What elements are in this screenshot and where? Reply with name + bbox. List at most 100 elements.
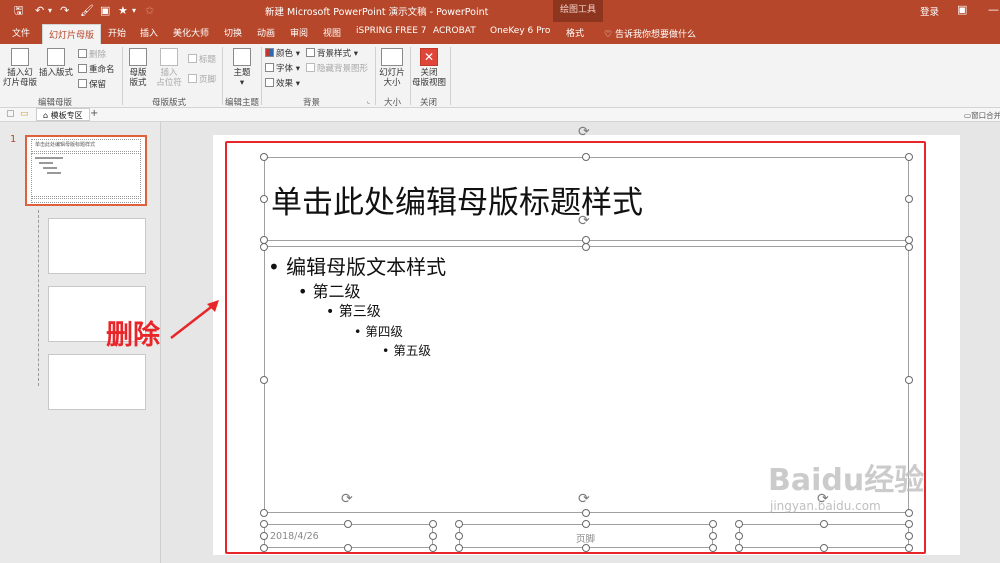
group-label-size: 大小 <box>384 98 402 108</box>
save-icon[interactable]: 🖫 <box>14 3 23 19</box>
master-layout-button[interactable]: 母版 版式 <box>124 48 152 88</box>
fonts-label: 字体 <box>276 64 294 74</box>
delete-button[interactable]: 删除 <box>78 49 106 61</box>
tab-transitions[interactable]: 切换 <box>224 26 242 39</box>
tab-onekey[interactable]: OneKey 6 Pro <box>490 26 550 36</box>
minimize-icon[interactable]: — <box>988 3 999 16</box>
insert-slide-master-button[interactable]: 插入幻 灯片母版 <box>2 48 38 88</box>
window-merge-button[interactable]: ▭窗口合并 <box>964 110 1000 121</box>
login-button[interactable]: 登录 <box>920 4 939 18</box>
shape-icon[interactable]: ▣ <box>100 3 110 19</box>
folder-icon[interactable]: ▭ <box>20 109 29 119</box>
tab-home[interactable]: 开始 <box>108 26 126 39</box>
checkbox-icon <box>188 54 197 63</box>
close-master-label-1: 关闭 <box>420 68 438 78</box>
annotation-label: 删除 <box>106 320 160 351</box>
redo-icon[interactable]: ↷ <box>60 3 69 19</box>
tab-format[interactable]: 格式 <box>566 26 584 39</box>
tab-review[interactable]: 审阅 <box>290 26 308 39</box>
title-bar: 🖫 ↶ ▾ ↷ 🖌 ▣ ★ ▾ ✩ 新建 Microsoft PowerPoin… <box>0 0 1000 22</box>
font-icon <box>265 63 274 72</box>
star-outline-icon[interactable]: ✩ <box>145 3 154 19</box>
preserve-button[interactable]: 保留 <box>78 79 106 91</box>
thumbnail-title-placeholder <box>31 139 141 152</box>
placeholder-icon <box>160 48 178 66</box>
insert-placeholder-label-1: 插入 <box>160 68 178 78</box>
tab-beautify-master[interactable]: 美化大师 <box>173 26 209 39</box>
rotate-handle-icon[interactable]: ⟳ <box>578 124 590 140</box>
slide-size-label-1: 幻灯片 <box>379 68 405 78</box>
fonts-button[interactable]: 字体 ▾ <box>265 63 300 75</box>
effects-button[interactable]: 效果 ▾ <box>265 78 300 90</box>
pin-icon <box>78 79 87 88</box>
group-label-close: 关闭 <box>420 98 438 108</box>
hide-background-checkbox[interactable]: 隐藏背景图形 <box>306 63 368 75</box>
ribbon-display-icon[interactable]: ▣ <box>957 3 967 16</box>
insert-placeholder-label-2: 占位符 <box>156 78 182 88</box>
group-label-master-layout: 母版版式 <box>152 98 187 108</box>
group-divider <box>450 47 451 105</box>
delete-label: 删除 <box>89 50 107 60</box>
tab-insert[interactable]: 插入 <box>140 26 158 39</box>
star-icon[interactable]: ★ <box>118 3 128 19</box>
home-icon: ⌂ <box>43 111 51 120</box>
close-master-label-2: 母版视图 <box>411 78 446 88</box>
lightbulb-icon: ♡ <box>604 30 615 40</box>
rename-button[interactable]: 重命名 <box>78 64 115 76</box>
background-icon <box>306 48 315 57</box>
close-master-view-button[interactable]: ✕ 关闭 母版视图 <box>411 48 447 88</box>
title-checkbox-label: 标题 <box>199 55 217 65</box>
footer-checkbox[interactable]: 页脚 <box>188 74 216 86</box>
undo-dropdown-icon[interactable]: ▾ <box>48 3 52 19</box>
slide-size-label-2: 大小 <box>383 78 401 88</box>
close-icon: ✕ <box>420 48 438 66</box>
dialog-launcher-icon[interactable]: ⌞ <box>367 96 370 107</box>
tab-file[interactable]: 文件 <box>12 26 30 39</box>
ribbon-tabs: 文件 幻灯片母版 开始 插入 美化大师 切换 动画 审阅 视图 iSPRING … <box>0 22 1000 44</box>
rename-label: 重命名 <box>89 65 115 75</box>
title-checkbox[interactable]: 标题 <box>188 54 216 66</box>
insert-layout-label: 插入版式 <box>38 68 73 78</box>
add-tab-button[interactable]: + <box>90 108 98 119</box>
theme-icon <box>233 48 251 66</box>
colors-label: 颜色 <box>276 49 294 59</box>
themes-button[interactable]: 主题 ▾ <box>228 48 256 88</box>
master-layout-label-1: 母版 <box>129 68 147 78</box>
checkbox-icon <box>188 74 197 83</box>
colors-button[interactable]: 颜色 ▾ <box>265 48 300 60</box>
watermark-brand: Baidu经验 <box>768 463 925 498</box>
group-divider <box>222 47 223 105</box>
thumbnail-line <box>47 172 61 174</box>
insert-master-label-1: 插入幻 <box>7 68 33 78</box>
template-zone-tab[interactable]: ⌂ 模板专区 <box>36 108 90 121</box>
layout-icon <box>47 48 65 66</box>
effects-icon <box>265 78 274 87</box>
new-doc-icon[interactable]: ▢ <box>6 109 15 119</box>
tab-view[interactable]: 视图 <box>323 26 341 39</box>
layout-thumbnail[interactable] <box>48 354 146 410</box>
insert-layout-button[interactable]: 插入版式 <box>38 48 74 78</box>
checkbox-icon <box>306 63 315 72</box>
tab-animations[interactable]: 动画 <box>257 26 275 39</box>
annotation-arrow-icon <box>170 300 219 339</box>
qat-dropdown-icon[interactable]: ▾ <box>132 3 136 19</box>
background-styles-button[interactable]: 背景样式 ▾ <box>306 48 358 60</box>
format-painter-icon[interactable]: 🖌 <box>80 3 94 19</box>
layout-thumbnail[interactable] <box>48 218 146 274</box>
effects-label: 效果 <box>276 79 294 89</box>
tab-slide-master[interactable]: 幻灯片母版 <box>42 24 102 44</box>
slide-master-icon <box>11 48 29 66</box>
ribbon: 插入幻 灯片母版 插入版式 删除 重命名 保留 编辑母版 母版 版式 插入 占位… <box>0 44 1000 108</box>
tab-ispring[interactable]: iSPRING FREE 7 <box>356 26 427 36</box>
tab-acrobat[interactable]: ACROBAT <box>433 26 476 36</box>
themes-label: 主题 <box>233 68 251 78</box>
insert-placeholder-button[interactable]: 插入 占位符 <box>153 48 185 88</box>
window-title: 新建 Microsoft PowerPoint 演示文稿 - PowerPoin… <box>265 7 489 18</box>
slide-size-icon <box>381 48 403 66</box>
undo-icon[interactable]: ↶ <box>35 3 44 19</box>
thumbnail-footer-placeholder <box>31 198 141 203</box>
tell-me-search[interactable]: ♡ 告诉我你想要做什么 <box>604 27 696 40</box>
palette-icon <box>265 48 274 57</box>
slide-master-thumbnail[interactable]: 单击此处编辑母版标题样式 <box>25 135 147 206</box>
slide-size-button[interactable]: 幻灯片 大小 <box>377 48 407 88</box>
